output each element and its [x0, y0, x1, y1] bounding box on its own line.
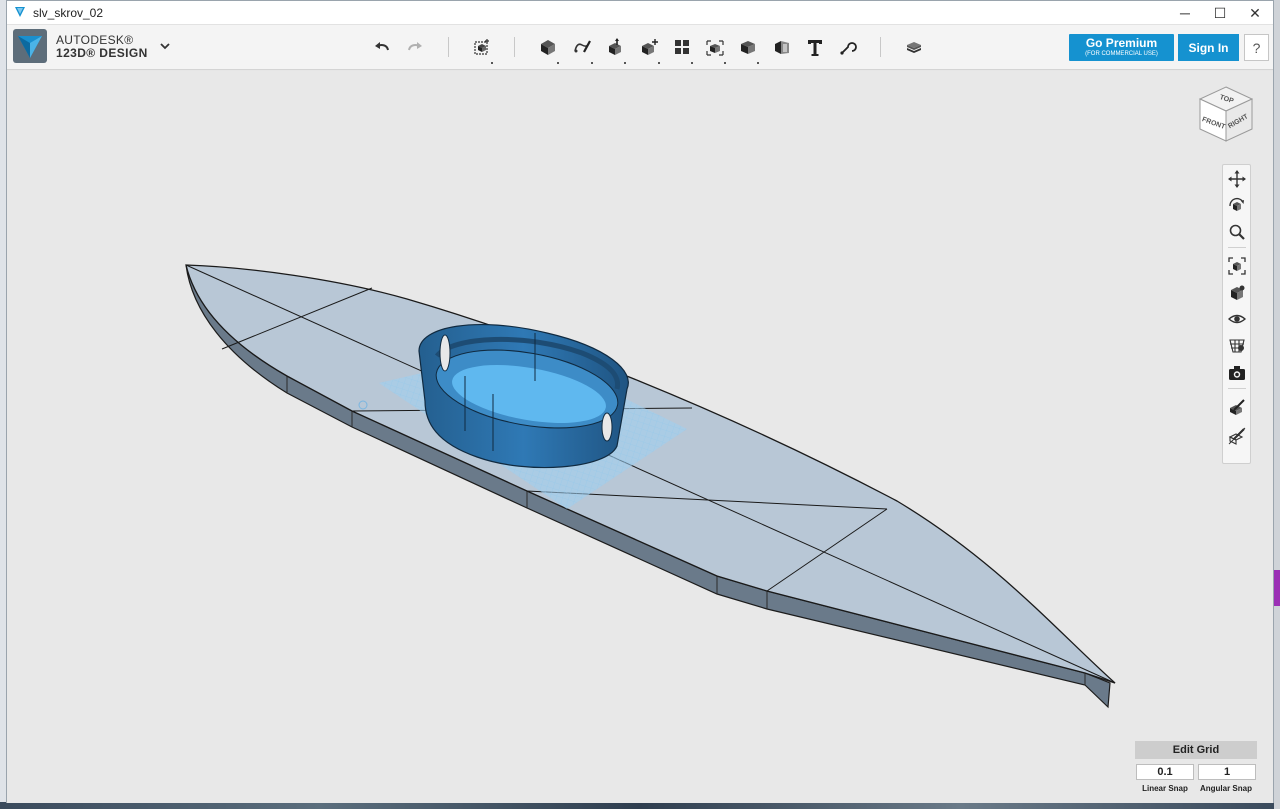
- visibility-icon: [1228, 314, 1246, 324]
- snap-button[interactable]: [836, 35, 860, 59]
- chevron-down-icon[interactable]: [157, 39, 173, 53]
- redo-icon: [408, 42, 422, 51]
- toolbar-separator: [514, 37, 515, 57]
- window-title: slv_skrov_02: [33, 6, 104, 20]
- desktop-accent-purple: [1274, 570, 1280, 606]
- app-title-icon: [15, 7, 25, 17]
- angular-snap-field[interactable]: 1: [1198, 764, 1256, 780]
- brand-line-1: AUTODESK®: [56, 33, 134, 47]
- text-icon: [808, 40, 822, 56]
- sketch-icon: [574, 40, 591, 53]
- orbit-icon: [1229, 198, 1244, 211]
- zoom-icon: [1229, 224, 1245, 240]
- material-icon: [907, 42, 921, 53]
- hide-tool-button[interactable]: [1227, 426, 1247, 446]
- minimize-button[interactable]: ─: [1168, 1, 1202, 25]
- edit-tool-button[interactable]: [1227, 397, 1247, 417]
- sketch-button[interactable]: [570, 35, 594, 64]
- linear-snap-label: Linear Snap: [1142, 784, 1188, 793]
- construct-icon: [609, 38, 621, 55]
- kayak-hull-model[interactable]: [7, 71, 1273, 803]
- snap-icon: [840, 42, 857, 55]
- brand-text: AUTODESK® 123D® DESIGN: [56, 34, 148, 60]
- linear-snap-field[interactable]: 0.1: [1136, 764, 1194, 780]
- toolbar-separator: [880, 37, 881, 57]
- navbar-separator: [1228, 247, 1246, 248]
- hull-deck: [185, 264, 1116, 684]
- navbar-separator: [1228, 388, 1246, 389]
- navigation-bar: [1222, 164, 1251, 464]
- go-premium-button[interactable]: Go Premium (FOR COMMERCIAL USE): [1069, 34, 1174, 61]
- autodesk-123d-logo-icon[interactable]: [13, 29, 47, 63]
- grouping-button[interactable]: [703, 35, 727, 64]
- go-premium-sublabel: (FOR COMMERCIAL USE): [1085, 51, 1158, 57]
- views-icon: [1231, 285, 1245, 300]
- text-button[interactable]: [803, 35, 827, 59]
- brand-line-2: 123D® DESIGN: [56, 46, 148, 60]
- 3d-viewport[interactable]: TOP FRONT RIGHT Edit Grid 0.1 1 Linear S…: [7, 71, 1273, 803]
- grouping-icon: [706, 40, 724, 56]
- undo-icon: [375, 42, 389, 51]
- material-display-button[interactable]: [1227, 336, 1247, 356]
- material-button[interactable]: [902, 35, 926, 59]
- edit-grid-button[interactable]: Edit Grid: [1135, 741, 1257, 759]
- measure-icon: [775, 41, 789, 54]
- visibility-button[interactable]: [1227, 309, 1247, 329]
- orbit-button[interactable]: [1227, 196, 1247, 216]
- views-button[interactable]: [1227, 283, 1247, 303]
- camera-icon: [1229, 366, 1245, 380]
- modify-icon: [642, 39, 658, 55]
- pan-button[interactable]: [1227, 169, 1247, 189]
- desktop-wallpaper-strip: [0, 802, 1280, 809]
- help-button[interactable]: ?: [1244, 34, 1269, 61]
- modify-button[interactable]: [637, 35, 661, 64]
- pan-icon: [1228, 170, 1246, 188]
- measure-button[interactable]: [770, 35, 794, 59]
- camera-button[interactable]: [1227, 363, 1247, 383]
- construct-button[interactable]: [603, 35, 627, 64]
- go-premium-label: Go Premium: [1085, 36, 1158, 50]
- toolbar-separator: [448, 37, 449, 57]
- angular-snap-label: Angular Snap: [1199, 784, 1252, 793]
- primitives-icon: [541, 40, 555, 55]
- edit-tool-icon: [1230, 399, 1245, 415]
- maximize-button[interactable]: ☐: [1203, 1, 1237, 25]
- undo-button[interactable]: [370, 35, 394, 59]
- fit-icon: [1228, 257, 1246, 275]
- transform-icon: [474, 39, 489, 55]
- combine-icon: [741, 41, 755, 54]
- transform-button[interactable]: [470, 35, 494, 64]
- fit-button[interactable]: [1227, 256, 1247, 276]
- view-cube[interactable]: TOP FRONT RIGHT: [1196, 83, 1256, 147]
- main-toolbar: AUTODESK® 123D® DESIGN Go Premium (FOR C…: [7, 25, 1273, 70]
- combine-button[interactable]: [736, 35, 760, 64]
- close-button[interactable]: ✕: [1238, 1, 1272, 25]
- sign-in-button[interactable]: Sign In: [1178, 34, 1239, 61]
- pattern-button[interactable]: [670, 35, 694, 64]
- hide-tool-icon: [1228, 427, 1246, 445]
- primitives-button[interactable]: [536, 35, 560, 64]
- app-window: slv_skrov_02 ─ ☐ ✕ AUTODESK® 123D® DESIG…: [6, 0, 1274, 803]
- zoom-button[interactable]: [1227, 222, 1247, 242]
- grid-settings-panel: Edit Grid 0.1 1 Linear Snap Angular Snap: [1135, 741, 1257, 799]
- desktop-window-edge: [1274, 0, 1280, 809]
- material-display-icon: [1229, 339, 1245, 353]
- title-bar: slv_skrov_02 ─ ☐ ✕: [7, 1, 1273, 25]
- redo-button[interactable]: [403, 35, 427, 59]
- pattern-icon: [675, 40, 689, 54]
